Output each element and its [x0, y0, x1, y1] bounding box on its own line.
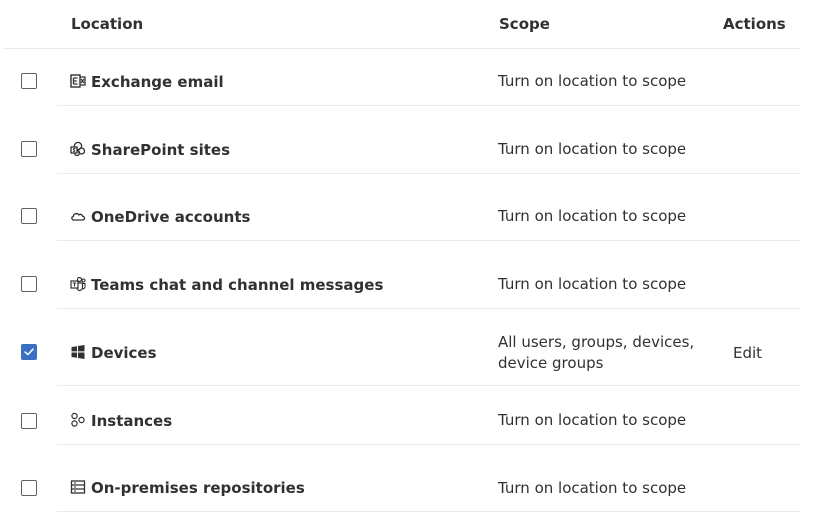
- location-name: On-premises repositories: [91, 479, 305, 497]
- row-divider: [57, 511, 800, 512]
- checkbox-devices[interactable]: [21, 344, 37, 360]
- repository-icon: [70, 479, 86, 495]
- table-header: Location Scope Actions: [3, 0, 800, 49]
- column-header-location[interactable]: Location: [71, 15, 143, 33]
- table-row-devices: Devices All users, groups, devices, devi…: [0, 318, 829, 386]
- checkbox-sharepoint-sites[interactable]: [21, 141, 37, 157]
- checkmark-icon: [24, 348, 34, 356]
- location-name: Devices: [91, 344, 157, 362]
- locations-table: Location Scope Actions Exchange email Tu…: [0, 0, 829, 515]
- edit-button[interactable]: Edit: [733, 344, 762, 362]
- row-divider: [57, 444, 800, 445]
- exchange-icon: [70, 73, 86, 89]
- checkbox-instances[interactable]: [21, 413, 37, 429]
- location-name: SharePoint sites: [91, 141, 231, 159]
- location-name: OneDrive accounts: [91, 208, 251, 226]
- onedrive-icon: [70, 208, 86, 224]
- row-divider: [57, 173, 800, 174]
- scope-text: Turn on location to scope: [498, 140, 687, 158]
- location-name: Exchange email: [91, 73, 224, 91]
- checkbox-exchange-email[interactable]: [21, 73, 37, 89]
- scope-text: Turn on location to scope: [498, 411, 687, 429]
- column-header-scope[interactable]: Scope: [499, 15, 550, 33]
- scope-text: Turn on location to scope: [498, 275, 687, 293]
- scope-text: Turn on location to scope: [498, 207, 687, 225]
- location-name: Teams chat and channel messages: [91, 276, 384, 294]
- instances-icon: [70, 412, 86, 428]
- scope-text: Turn on location to scope: [498, 72, 687, 90]
- sharepoint-icon: [70, 141, 86, 157]
- checkbox-teams-chat[interactable]: [21, 276, 37, 292]
- row-divider: [57, 105, 800, 106]
- column-header-actions: Actions: [723, 15, 786, 33]
- table-row-exchange-email: Exchange email Turn on location to scope: [0, 48, 829, 116]
- table-row-instances: Instances Turn on location to scope: [0, 386, 829, 454]
- table-row-onedrive-accounts: OneDrive accounts Turn on location to sc…: [0, 184, 829, 251]
- windows-icon: [70, 344, 86, 360]
- checkbox-onedrive-accounts[interactable]: [21, 208, 37, 224]
- checkbox-on-premises-repositories[interactable]: [21, 480, 37, 496]
- scope-text: All users, groups, devices, device group…: [498, 333, 695, 372]
- teams-icon: [70, 276, 86, 292]
- table-row-on-premises-repositories: On-premises repositories Turn on locatio…: [0, 454, 829, 515]
- scope-text: Turn on location to scope: [498, 479, 687, 497]
- table-row-sharepoint-sites: SharePoint sites Turn on location to sco…: [0, 116, 829, 184]
- row-divider: [57, 308, 800, 309]
- table-row-teams-chat: Teams chat and channel messages Turn on …: [0, 251, 829, 318]
- location-name: Instances: [91, 412, 173, 430]
- row-divider: [57, 240, 800, 241]
